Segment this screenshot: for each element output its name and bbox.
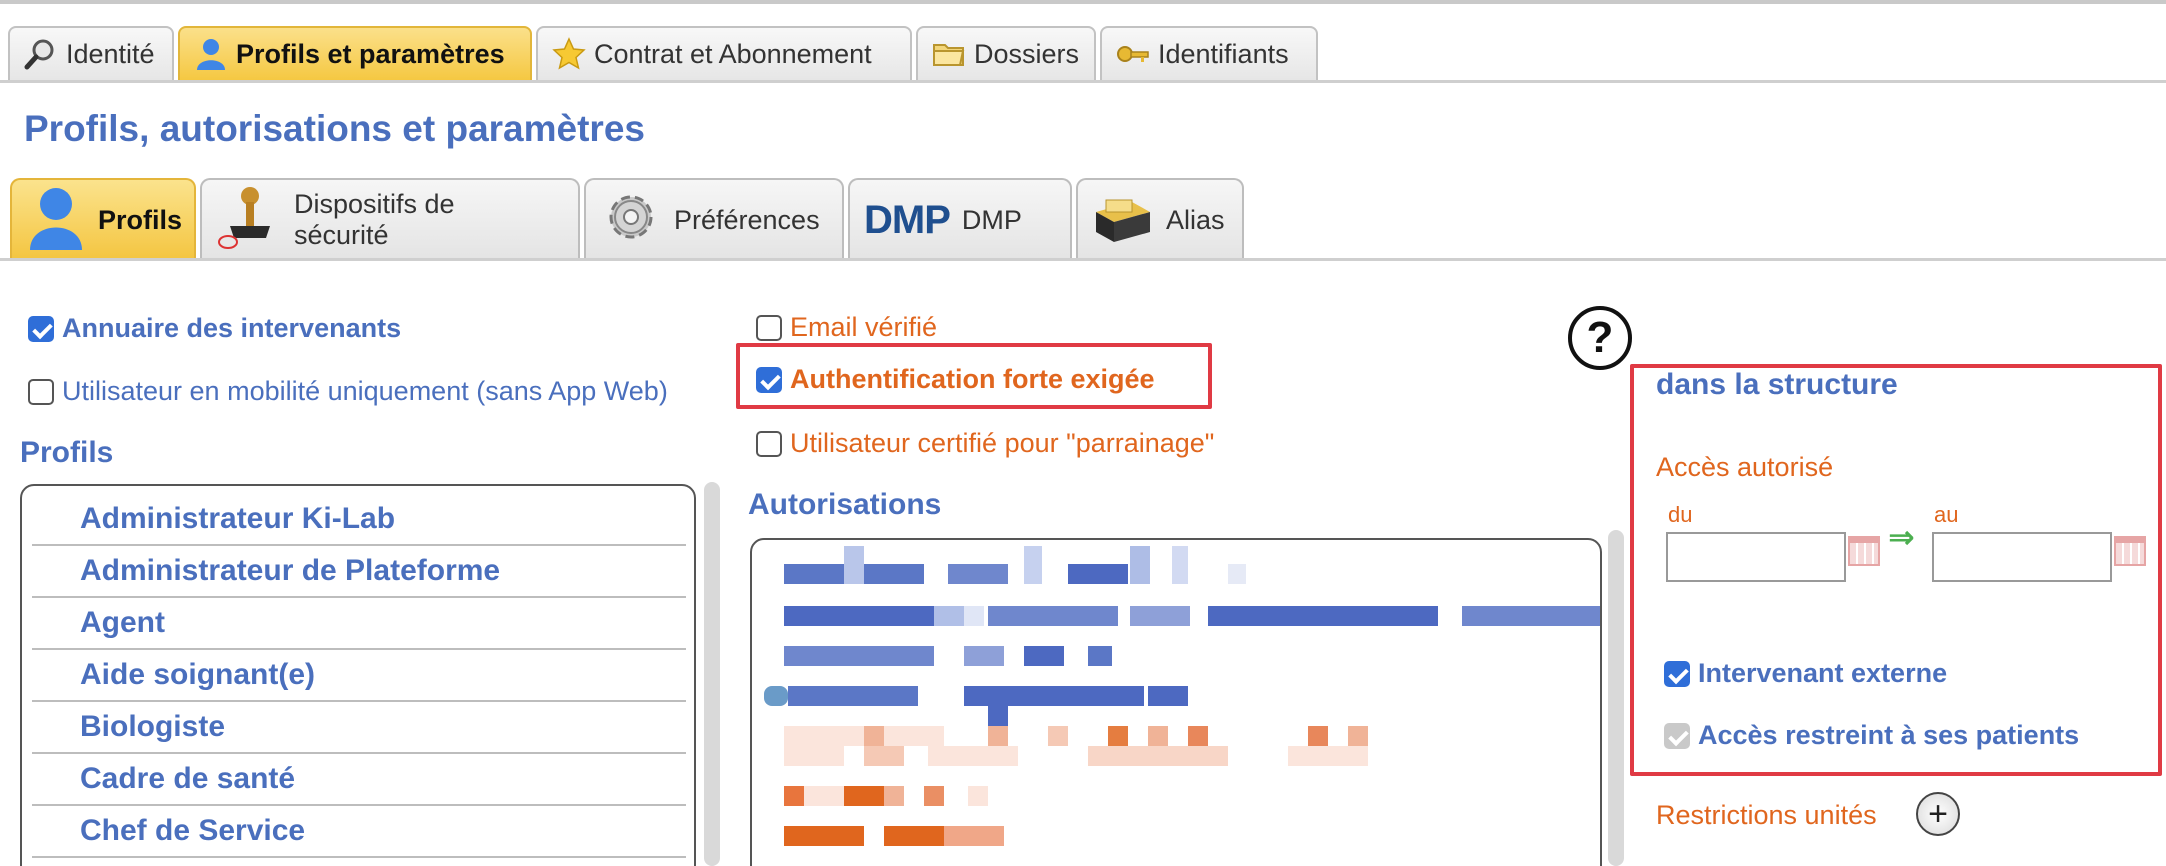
- gear-icon: [600, 186, 662, 255]
- tab-contrat-et-abonnement[interactable]: Contrat et Abonnement: [536, 26, 912, 80]
- auth-forte-checkbox[interactable]: [756, 366, 782, 393]
- folder-icon: [932, 37, 966, 71]
- main-tab-bar: Identité Profils et paramètres Contrat e…: [8, 26, 1322, 80]
- autorisations-heading: Autorisations: [748, 488, 942, 521]
- list-item[interactable]: Cadre de santé: [32, 754, 686, 806]
- profile-label: Cadre de santé: [80, 762, 296, 795]
- date-au-input[interactable]: [1932, 532, 2112, 582]
- star-icon: [552, 37, 586, 71]
- autorisations-list: [750, 538, 1602, 866]
- dmp-logo-text: DMP: [864, 197, 951, 242]
- profile-label: Biologiste: [80, 710, 226, 743]
- tab-label: Alias: [1166, 204, 1225, 235]
- tab-label: Profils et paramètres: [236, 38, 505, 69]
- acces-restreint-label: Accès restreint à ses patients: [1698, 720, 2080, 750]
- user-icon: [26, 184, 86, 257]
- annuaire-label: Annuaire des intervenants: [62, 313, 402, 343]
- plus-icon: +: [1928, 795, 1948, 833]
- annuaire-row: Annuaire des intervenants: [28, 313, 401, 344]
- list-item[interactable]: Chef de Service: [32, 806, 686, 858]
- profils-heading: Profils: [20, 436, 114, 469]
- email-row: Email vérifié: [756, 312, 937, 343]
- intervenant-externe-checkbox[interactable]: [1664, 660, 1690, 687]
- annuaire-checkbox[interactable]: [28, 315, 54, 342]
- certifie-row: Utilisateur certifié pour "parrainage": [756, 428, 1214, 459]
- page-title: Profils, autorisations et paramètres: [24, 108, 645, 149]
- profile-label: Administrateur de Plateforme: [80, 554, 501, 587]
- auth-forte-label: Authentification forte exigée: [790, 364, 1155, 394]
- tab-label: Dispositifs de sécurité: [294, 189, 455, 250]
- structure-heading: dans la structure: [1656, 368, 1898, 401]
- tab-profils[interactable]: Profils: [10, 178, 196, 260]
- profile-label: Chef de Service: [80, 814, 306, 847]
- sub-tab-divider: [0, 258, 2166, 261]
- tab-identifiants[interactable]: Identifiants: [1100, 26, 1318, 80]
- tab-label: Dossiers: [974, 38, 1080, 69]
- au-label: au: [1934, 502, 1959, 527]
- window-top-border: [0, 0, 2166, 4]
- stamp-icon: [216, 182, 282, 259]
- list-item[interactable]: Administrateur de Plateforme: [32, 546, 686, 598]
- mobilite-row: Utilisateur en mobilité uniquement (sans…: [28, 376, 668, 407]
- arrow-right-icon: ⇒: [1888, 519, 1915, 555]
- profile-label: Aide soignant(e): [80, 658, 316, 691]
- mobilite-label: Utilisateur en mobilité uniquement (sans…: [62, 376, 668, 406]
- list-item[interactable]: Aide soignant(e): [32, 650, 686, 702]
- date-du-input[interactable]: [1666, 532, 1846, 582]
- du-label: du: [1668, 502, 1693, 527]
- acces-restreint-checkbox: [1664, 722, 1690, 749]
- help-symbol: ?: [1586, 313, 1614, 362]
- email-verifie-label: Email vérifié: [790, 312, 938, 342]
- email-verifie-checkbox[interactable]: [756, 314, 782, 341]
- calendar-icon[interactable]: [1848, 536, 1880, 566]
- tab-bar-divider: [0, 80, 2166, 83]
- tab-dispositifs-de-securite[interactable]: Dispositifs de sécurité: [200, 178, 580, 260]
- restrictions-unites-label: Restrictions unités: [1656, 800, 1877, 830]
- dmp-logo-icon: DMP: [864, 197, 951, 243]
- tab-identite[interactable]: Identité: [8, 26, 174, 80]
- acces-autorise-label: Accès autorisé: [1656, 452, 1834, 482]
- tab-profils-et-parametres[interactable]: Profils et paramètres: [178, 26, 532, 80]
- certifie-checkbox[interactable]: [756, 430, 782, 457]
- tab-label: Profils: [98, 204, 183, 235]
- profiles-list: Administrateur Ki-Lab Administrateur de …: [20, 484, 696, 866]
- tab-label: DMP: [961, 204, 1022, 235]
- key-icon: [1116, 37, 1150, 71]
- profile-label: Agent: [80, 606, 165, 639]
- cardbox-icon: [1092, 188, 1154, 253]
- tab-label: Identité: [66, 38, 155, 69]
- certifie-label: Utilisateur certifié pour "parrainage": [790, 428, 1215, 458]
- magnifier-icon: [24, 37, 58, 71]
- intervenant-row: Intervenant externe: [1664, 658, 1947, 689]
- list-item[interactable]: Agent: [32, 598, 686, 650]
- tab-preferences[interactable]: Préférences: [584, 178, 844, 260]
- sub-tab-bar: Profils Dispositifs de sécurité Préféren…: [10, 178, 1248, 260]
- profiles-scrollbar[interactable]: [704, 482, 720, 866]
- tab-dossiers[interactable]: Dossiers: [916, 26, 1096, 80]
- intervenant-externe-label: Intervenant externe: [1698, 658, 1948, 688]
- profile-label: Administrateur Ki-Lab: [80, 502, 396, 535]
- list-item[interactable]: Biologiste: [32, 702, 686, 754]
- add-restriction-button[interactable]: +: [1916, 792, 1960, 836]
- tab-label: Préférences: [674, 204, 820, 235]
- mobilite-checkbox[interactable]: [28, 378, 54, 405]
- help-icon[interactable]: ?: [1568, 306, 1632, 370]
- autorisations-scrollbar[interactable]: [1608, 530, 1624, 866]
- tab-label: Contrat et Abonnement: [594, 38, 872, 69]
- tab-alias[interactable]: Alias: [1076, 178, 1244, 260]
- calendar-icon[interactable]: [2114, 536, 2146, 566]
- tab-dmp[interactable]: DMP DMP: [848, 178, 1072, 260]
- restreint-row: Accès restreint à ses patients: [1664, 720, 2079, 751]
- list-item[interactable]: Administrateur Ki-Lab: [32, 494, 686, 546]
- user-icon: [194, 37, 228, 71]
- tab-label: Identifiants: [1158, 38, 1289, 69]
- auth-forte-row: Authentification forte exigée: [756, 364, 1155, 395]
